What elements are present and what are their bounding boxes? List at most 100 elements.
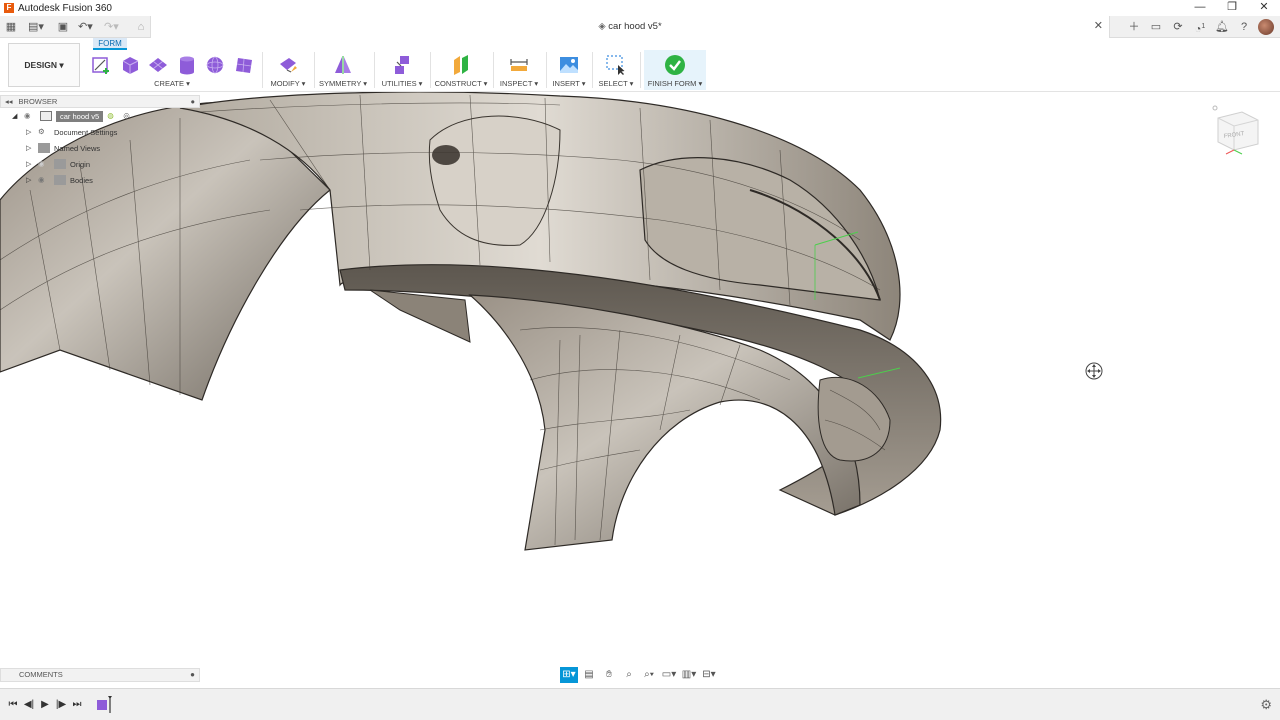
finish-form-check-icon[interactable] — [664, 54, 686, 76]
symmetry-menu-label[interactable]: SYMMETRY ▾ — [318, 79, 368, 88]
utilities-icon[interactable] — [391, 54, 413, 76]
home-view-icon[interactable] — [1212, 105, 1218, 111]
browser-options-icon[interactable]: ● — [190, 97, 195, 106]
fusion-logo-icon: F — [4, 3, 14, 13]
gear-icon: ⚙ — [38, 127, 45, 136]
insert-menu-label[interactable]: INSERT ▾ — [550, 79, 588, 88]
go-to-start-icon[interactable]: ⏮ — [6, 698, 20, 712]
symmetry-group: SYMMETRY ▾ — [318, 52, 368, 90]
folder-icon — [54, 175, 66, 185]
new-tab-icon[interactable]: ＋ — [1126, 19, 1142, 35]
app-title: Autodesk Fusion 360 — [18, 2, 112, 14]
document-tab[interactable]: ◈ car hood v5* ✕ — [150, 16, 1110, 38]
browser-item-document-settings[interactable]: ▷ ⚙ Document Settings — [0, 124, 200, 140]
window-select-icon[interactable] — [605, 54, 627, 76]
browser-item-origin[interactable]: ▷ ◉ Origin — [0, 156, 200, 172]
fit-zoom-icon[interactable]: ⌕▾ — [640, 667, 658, 683]
viewcube[interactable]: FRONT — [1212, 104, 1264, 159]
avatar[interactable] — [1258, 19, 1274, 35]
eye-hidden-icon[interactable]: ◉ — [38, 159, 50, 169]
job-count: 1 — [1201, 23, 1206, 30]
zoom-window-icon[interactable]: ⌕ — [620, 667, 638, 683]
workspace-switcher-button[interactable]: DESIGN ▾ — [8, 43, 80, 87]
browser-root-item[interactable]: ◢ ◉ car hood v5 ◍ ◎ — [0, 108, 200, 124]
expand-triangle-icon[interactable]: ▷ — [26, 176, 34, 184]
browser-title: BROWSER — [18, 97, 58, 106]
expand-triangle-icon[interactable]: ▷ — [26, 144, 34, 152]
finish-form-button[interactable]: FINISH FORM ▾ — [644, 79, 706, 88]
cylinder-icon[interactable] — [176, 54, 198, 76]
collapse-browser-icon[interactable]: ◂◂ — [5, 97, 13, 106]
box-icon[interactable] — [119, 54, 141, 76]
inspect-group: INSPECT ▾ — [498, 52, 540, 90]
home-icon[interactable]: ⌂ — [134, 20, 148, 34]
file-menu-icon[interactable]: ▤▾ — [28, 20, 44, 34]
timeline-form-feature-icon[interactable] — [96, 695, 116, 715]
notifications-icon[interactable]: 🔔︎ — [1214, 19, 1230, 35]
comments-panel[interactable]: COMMENTS ● — [0, 668, 200, 682]
grid-settings-icon[interactable]: ▥▾ — [680, 667, 698, 683]
chat-icon[interactable]: ▭ — [1148, 19, 1164, 35]
ribbon-divider — [493, 52, 494, 88]
viewports-icon[interactable]: ⊟▾ — [700, 667, 718, 683]
extensions-icon[interactable]: ⟳ — [1170, 19, 1186, 35]
measure-icon[interactable] — [508, 54, 530, 76]
create-form-sketch-icon[interactable] — [91, 54, 113, 76]
display-settings-icon[interactable]: ▭▾ — [660, 667, 678, 683]
insert-image-icon[interactable] — [558, 54, 580, 76]
save-icon[interactable]: ▣ — [56, 20, 70, 34]
construct-plane-icon[interactable] — [450, 54, 472, 76]
browser-root-label[interactable]: car hood v5 — [56, 110, 104, 122]
browser-panel: ◂◂ BROWSER ● ◢ ◉ car hood v5 ◍ ◎ ▷ ⚙ Doc… — [0, 95, 200, 195]
insert-group: INSERT ▾ — [550, 52, 588, 90]
play-icon[interactable]: ▶︎ — [38, 698, 52, 712]
grid-snap-icon[interactable]: ⊞▾ — [560, 667, 578, 683]
add-comment-icon[interactable]: ● — [190, 669, 195, 681]
close-tab-icon[interactable]: ✕ — [1094, 19, 1103, 32]
construct-menu-label[interactable]: CONSTRUCT ▾ — [434, 79, 488, 88]
quadball-icon[interactable] — [233, 54, 255, 76]
plane-icon[interactable] — [147, 54, 169, 76]
ribbon-divider — [314, 52, 315, 88]
activate-component-icon[interactable]: ◍ — [107, 111, 119, 121]
utilities-menu-label[interactable]: UTILITIES ▾ — [378, 79, 426, 88]
eye-icon[interactable]: ◉ — [38, 175, 50, 185]
window-controls: — ❐ ✕ — [1184, 0, 1280, 16]
select-menu-label[interactable]: SELECT ▾ — [596, 79, 636, 88]
inspect-menu-label[interactable]: INSPECT ▾ — [498, 79, 540, 88]
browser-item-bodies[interactable]: ▷ ◉ Bodies — [0, 172, 200, 188]
modify-form-icon[interactable] — [277, 54, 299, 76]
help-icon[interactable]: ? — [1236, 19, 1252, 35]
browser-item-named-views[interactable]: ▷ Named Views — [0, 140, 200, 156]
modify-menu-label[interactable]: MODIFY ▾ — [266, 79, 310, 88]
mirror-symmetry-icon[interactable] — [332, 54, 354, 76]
collapse-triangle-icon[interactable]: ◢ — [12, 112, 20, 120]
sphere-icon[interactable] — [204, 54, 226, 76]
data-panel-grid-icon[interactable]: ▦ — [4, 20, 18, 34]
create-group: CREATE ▾ — [88, 52, 256, 90]
minimize-icon[interactable]: — — [1184, 0, 1216, 16]
ribbon-toolbar: DESIGN ▾ FORM CREATE ▾ MODIFY ▾ SYMMETRY… — [0, 38, 1280, 92]
go-to-end-icon[interactable]: ⏭ — [70, 698, 84, 712]
close-window-icon[interactable]: ✕ — [1248, 0, 1280, 16]
utilities-group: UTILITIES ▾ — [378, 52, 426, 90]
ribbon-divider — [262, 52, 263, 88]
target-icon[interactable]: ◎ — [123, 111, 135, 121]
look-at-icon[interactable]: ▤ — [580, 667, 598, 683]
expand-triangle-icon[interactable]: ▷ — [26, 128, 34, 136]
pan-icon[interactable]: ✋︎ — [600, 667, 618, 683]
job-status-icon[interactable]: ◔1 — [1192, 19, 1208, 36]
step-back-icon[interactable]: ◀︎| — [22, 698, 36, 712]
expand-triangle-icon[interactable]: ▷ — [26, 160, 34, 168]
eye-icon[interactable]: ◉ — [24, 111, 36, 121]
viewcube-icon[interactable]: FRONT — [1212, 104, 1264, 156]
restore-icon[interactable]: ❐ — [1216, 0, 1248, 16]
navigation-bar: ⊞▾ ▤ ✋︎ ⌕ ⌕▾ ▭▾ ▥▾ ⊟▾ — [560, 667, 718, 685]
undo-icon[interactable]: ↶▾ — [78, 20, 93, 34]
timeline-settings-gear-icon[interactable]: ⚙ — [1260, 697, 1272, 713]
redo-icon[interactable]: ↷▾ — [104, 20, 119, 34]
tab-form[interactable]: FORM — [93, 38, 127, 50]
ribbon-divider — [430, 52, 431, 88]
create-menu-label[interactable]: CREATE ▾ — [88, 79, 256, 88]
step-forward-icon[interactable]: |▶︎ — [54, 698, 68, 712]
